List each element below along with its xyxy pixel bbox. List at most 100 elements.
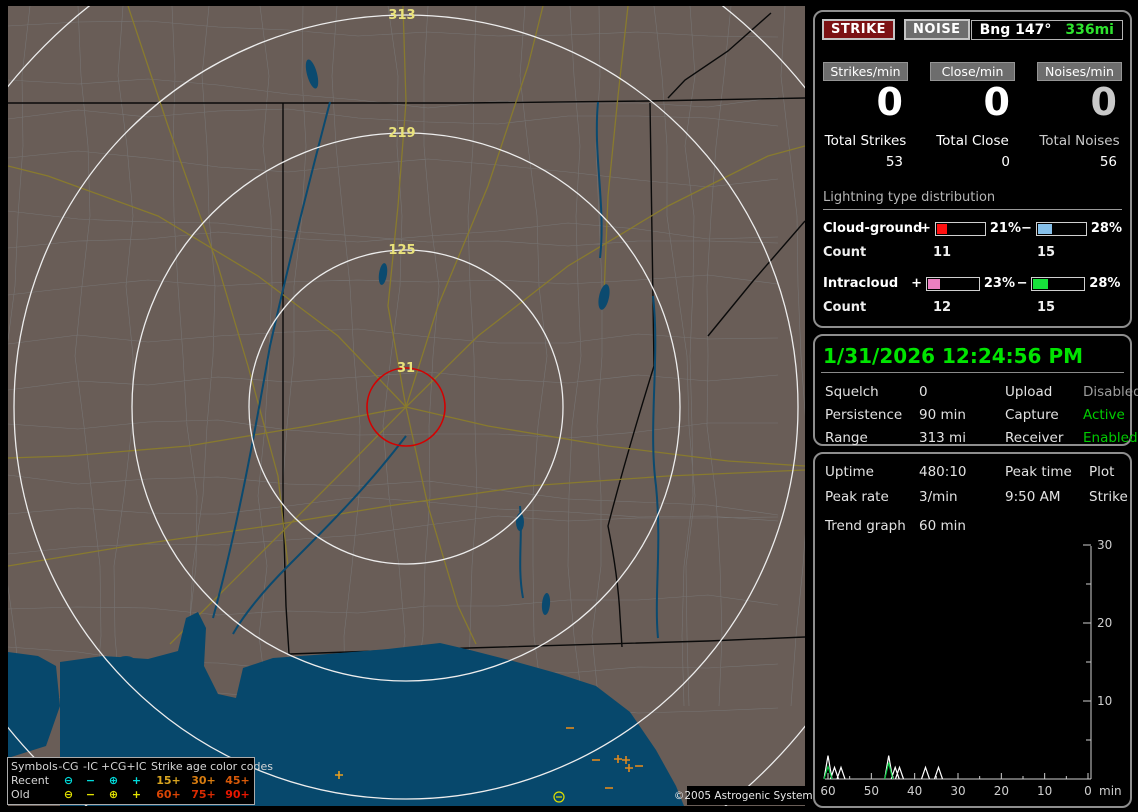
persistence-value: 90 min xyxy=(919,407,966,423)
range-label: Range xyxy=(825,430,868,446)
ic-count-label: Count xyxy=(823,300,867,315)
svg-text:60: 60 xyxy=(820,784,835,798)
legend-old-label: Old xyxy=(11,788,30,801)
svg-text:20: 20 xyxy=(1097,616,1112,630)
bearing-indicator: Bng 147° 336mi xyxy=(970,19,1123,40)
uptime-value: 480:10 xyxy=(919,464,967,480)
session-grid: Uptime 480:10 Peak time Plot Peak rate 3… xyxy=(825,464,1130,505)
strikes-counter-column: Strikes/min 0 Total Strikes 53 xyxy=(823,62,908,170)
cloud-ground-row: Cloud-ground + 21% − 28% xyxy=(823,221,1122,236)
cg-negative-count: 15 xyxy=(1037,245,1056,260)
ic-positive-bar xyxy=(926,276,980,291)
cg-negative-bar xyxy=(1035,221,1087,236)
cg-positive-count: 11 xyxy=(933,245,952,260)
copyright-notice: ©2005 Astrogenic Systems xyxy=(674,786,818,805)
legend-recent-label: Recent xyxy=(11,774,50,787)
plot-label: Plot xyxy=(1089,464,1115,480)
ic-negative-count: 15 xyxy=(1037,300,1056,315)
total-noises-value: 56 xyxy=(1099,154,1117,170)
age-45: 45+ xyxy=(225,774,250,787)
circle-minus-icon: ⊖ xyxy=(63,774,74,787)
intracloud-count-row: Count 12 15 xyxy=(823,300,1122,315)
cg-positive-bar xyxy=(934,221,986,236)
ic-negative-pct: 28% xyxy=(1089,276,1121,291)
peak-rate-value: 3/min xyxy=(919,489,958,505)
capture-value: Active xyxy=(1083,407,1125,423)
uptime-label: Uptime xyxy=(825,464,874,480)
squelch-value: 0 xyxy=(919,384,928,400)
map-canvas[interactable]: 313 219 125 31 xyxy=(8,6,805,806)
total-strikes-value: 53 xyxy=(885,154,903,170)
range-label-219: 219 xyxy=(388,126,415,141)
range-label-125: 125 xyxy=(388,243,415,258)
svg-text:20: 20 xyxy=(994,784,1009,798)
legend-header-row: Symbols -CG -IC +CG +IC Strike age color… xyxy=(11,760,273,774)
svg-text:10: 10 xyxy=(1037,784,1052,798)
close-per-min-button[interactable]: Close/min xyxy=(930,62,1015,81)
legend-old-row: Old ⊖ − ⊕ + 60+ 75+ 90+ xyxy=(11,788,251,802)
legend-col-nic: -IC xyxy=(83,760,98,773)
strike-mode-button[interactable]: STRIKE xyxy=(822,19,896,40)
circle-plus-icon: ⊕ xyxy=(108,774,119,787)
status-grid: Squelch 0 Upload Disabled Persistence 90… xyxy=(825,384,1138,446)
circle-minus-icon: ⊖ xyxy=(63,788,74,801)
range-label-31: 31 xyxy=(397,361,415,376)
strikes-rate-value: 0 xyxy=(876,80,903,124)
cg-positive-pct: 21% xyxy=(989,221,1021,236)
bearing-distance: 336mi xyxy=(1065,21,1114,38)
legend-col-pic: +IC xyxy=(126,760,147,773)
trend-window-value: 60 min xyxy=(919,518,966,534)
age-15: 15+ xyxy=(156,774,181,787)
minus-icon: − xyxy=(85,774,96,787)
receiver-status-panel: 1/31/2026 12:24:56 PM Squelch 0 Upload D… xyxy=(813,334,1138,446)
trend-graph-row: Trend graph 60 min xyxy=(825,518,1130,534)
peak-time-label: Peak time xyxy=(1005,464,1072,480)
plus-icon: + xyxy=(131,774,142,787)
range-value: 313 mi xyxy=(919,430,966,446)
map-legend: Symbols -CG -IC +CG +IC Strike age color… xyxy=(7,757,273,805)
datetime-display: 1/31/2026 12:24:56 PM xyxy=(823,344,1083,368)
circle-plus-icon: ⊕ xyxy=(108,788,119,801)
svg-text:min: min xyxy=(1099,784,1122,798)
intracloud-label: Intracloud xyxy=(823,276,899,291)
noises-counter-column: Noises/min 0 Total Noises 56 xyxy=(1037,62,1122,170)
minus-sign: − xyxy=(1016,276,1028,291)
bearing-degrees: Bng 147° xyxy=(979,21,1052,38)
upload-label: Upload xyxy=(1005,384,1053,400)
upload-value: Disabled xyxy=(1083,384,1138,400)
plus-sign: + xyxy=(911,276,923,291)
total-close-value: 0 xyxy=(1001,154,1010,170)
session-trend-panel: Uptime 480:10 Peak time Plot Peak rate 3… xyxy=(813,452,1132,808)
noise-mode-button[interactable]: NOISE xyxy=(904,19,970,40)
legend-recent-row: Recent ⊖ − ⊕ + 15+ 30+ 45+ xyxy=(11,774,251,788)
range-label-313: 313 xyxy=(388,8,415,23)
capture-label: Capture xyxy=(1005,407,1059,423)
age-90: 90+ xyxy=(225,788,250,801)
ic-positive-pct: 23% xyxy=(983,276,1015,291)
total-strikes-label: Total Strikes xyxy=(824,133,907,149)
minus-icon: − xyxy=(85,788,96,801)
cg-negative-pct: 28% xyxy=(1090,221,1122,236)
svg-text:40: 40 xyxy=(907,784,922,798)
age-30: 30+ xyxy=(191,774,216,787)
svg-text:0: 0 xyxy=(1084,784,1092,798)
legend-col-ncg: -CG xyxy=(58,760,79,773)
strikes-per-min-button[interactable]: Strikes/min xyxy=(823,62,908,81)
plot-mode-value: Strike xyxy=(1089,489,1128,505)
trend-graph-chart: 10 20 30 0 10 20 30 40 50 60 min xyxy=(820,538,1122,798)
legend-age-header: Strike age color codes xyxy=(151,760,273,773)
lightning-map[interactable]: 313 219 125 31 Symbols -CG -IC +CG +IC S… xyxy=(7,6,818,806)
persistence-label: Persistence xyxy=(825,407,903,423)
noises-per-min-button[interactable]: Noises/min xyxy=(1037,62,1122,81)
nexstorm-window: 313 219 125 31 Symbols -CG -IC +CG +IC S… xyxy=(0,0,1138,812)
minus-sign: − xyxy=(1021,221,1032,236)
datetime-divider xyxy=(821,372,1124,373)
noises-rate-value: 0 xyxy=(1090,80,1117,124)
strike-stats-panel: STRIKE NOISE Bng 147° 336mi Strikes/min … xyxy=(813,10,1132,328)
legend-symbols-header: Symbols xyxy=(11,760,58,773)
svg-text:30: 30 xyxy=(1097,538,1112,552)
close-counter-column: Close/min 0 Total Close 0 xyxy=(930,62,1015,170)
mode-button-row: STRIKE NOISE Bng 147° 336mi xyxy=(822,19,1123,40)
trend-graph-label: Trend graph xyxy=(825,518,906,534)
distribution-title: Lightning type distribution xyxy=(823,190,1122,210)
